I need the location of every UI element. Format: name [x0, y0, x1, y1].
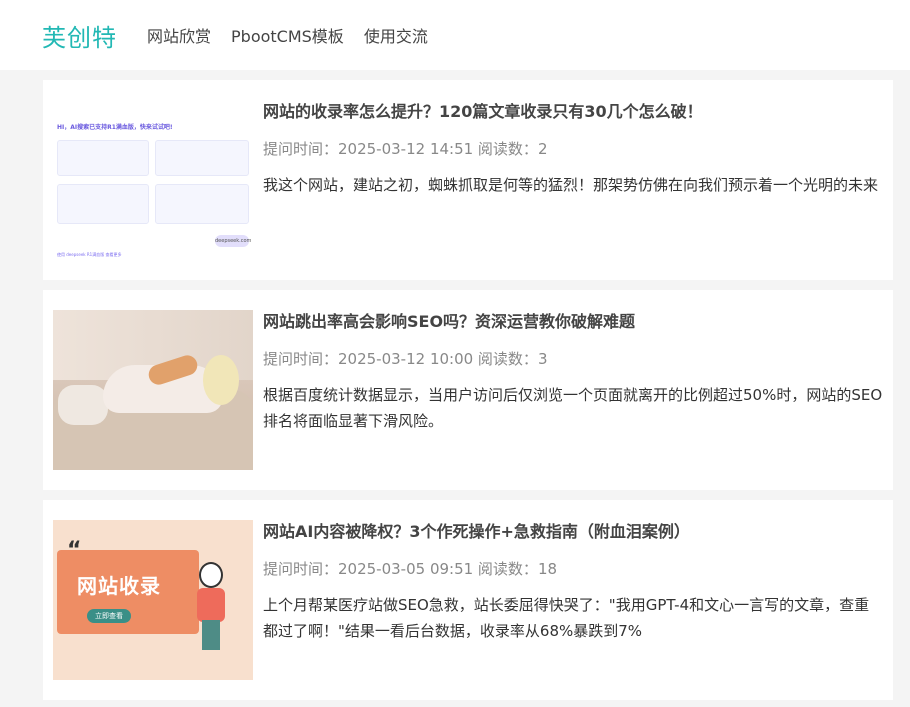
photo-hair — [203, 355, 239, 405]
thumbnail-footer: 使用 deepseek R1满血版 查看更多 — [57, 252, 122, 257]
article-info: 网站的收录率怎么提升？120篇文章收录只有30几个怎么破！ 提问时间：2025-… — [263, 100, 883, 260]
article-info: 网站AI内容被降权？3个作死操作+急救指南（附血泪案例） 提问时间：2025-0… — [263, 520, 883, 680]
site-logo[interactable]: 芙创特 — [42, 18, 117, 53]
article-meta: 提问时间：2025-03-12 10:00 阅读数：3 — [263, 350, 548, 368]
nav-item-pbootcms-templates[interactable]: PbootCMS模板 — [231, 23, 344, 47]
thumbnail-panel — [155, 184, 249, 224]
nav-item-discussion[interactable]: 使用交流 — [364, 23, 428, 47]
article-meta: 提问时间：2025-03-05 09:51 阅读数：18 — [263, 560, 558, 578]
nav-item-website-showcase[interactable]: 网站欣赏 — [147, 23, 211, 47]
article-meta: 提问时间：2025-03-12 14:51 阅读数：2 — [263, 140, 548, 158]
article-title[interactable]: 网站跳出率高会影响SEO吗？资深运营教你破解难题 — [263, 310, 883, 334]
article-summary: 根据百度统计数据显示，当用户访问后仅浏览一个页面就离开的比例超过50%时，网站的… — [263, 386, 883, 430]
thumbnail-panel — [155, 140, 249, 176]
article-card[interactable]: “ 网站收录 立即查看 网站AI内容被降权？3个作死操作+急救指南（附血泪案例）… — [43, 500, 893, 700]
photo-pillow — [58, 385, 108, 425]
thumbnail-cta: 立即查看 — [87, 609, 131, 623]
thumbnail-panel — [57, 140, 149, 176]
cartoon-person-icon — [193, 562, 229, 652]
article-thumbnail[interactable]: “ 网站收录 立即查看 — [53, 520, 253, 680]
article-thumbnail[interactable]: HI，AI搜索已支持R1满血版，快来试试吧! deepseek.com 使用 d… — [53, 100, 253, 260]
article-card[interactable]: 网站跳出率高会影响SEO吗？资深运营教你破解难题 提问时间：2025-03-12… — [43, 290, 893, 490]
article-title[interactable]: 网站AI内容被降权？3个作死操作+急救指南（附血泪案例） — [263, 520, 883, 544]
article-summary: 上个月帮某医疗站做SEO急救，站长委屈得快哭了："我用GPT-4和文心一言写的文… — [263, 596, 870, 640]
article-card[interactable]: HI，AI搜索已支持R1满血版，快来试试吧! deepseek.com 使用 d… — [43, 80, 893, 280]
site-header: 芙创特 网站欣赏 PbootCMS模板 使用交流 — [0, 0, 910, 70]
thumbnail-caption: HI，AI搜索已支持R1满血版，快来试试吧! — [57, 124, 173, 131]
article-info: 网站跳出率高会影响SEO吗？资深运营教你破解难题 提问时间：2025-03-12… — [263, 310, 883, 470]
thumbnail-button: deepseek.com — [215, 235, 251, 247]
thumbnail-panel — [57, 184, 149, 224]
article-summary: 我这个网站，建站之初，蜘蛛抓取是何等的猛烈！那架势仿佛在向我们预示着一个光明的未… — [263, 176, 879, 194]
thumbnail-headline: 网站收录 — [77, 574, 161, 598]
quote-mark-icon: “ — [67, 538, 82, 563]
article-thumbnail[interactable] — [53, 310, 253, 470]
main-nav: 网站欣赏 PbootCMS模板 使用交流 — [147, 23, 448, 47]
article-title[interactable]: 网站的收录率怎么提升？120篇文章收录只有30几个怎么破！ — [263, 100, 883, 124]
article-list: HI，AI搜索已支持R1满血版，快来试试吧! deepseek.com 使用 d… — [0, 70, 910, 700]
